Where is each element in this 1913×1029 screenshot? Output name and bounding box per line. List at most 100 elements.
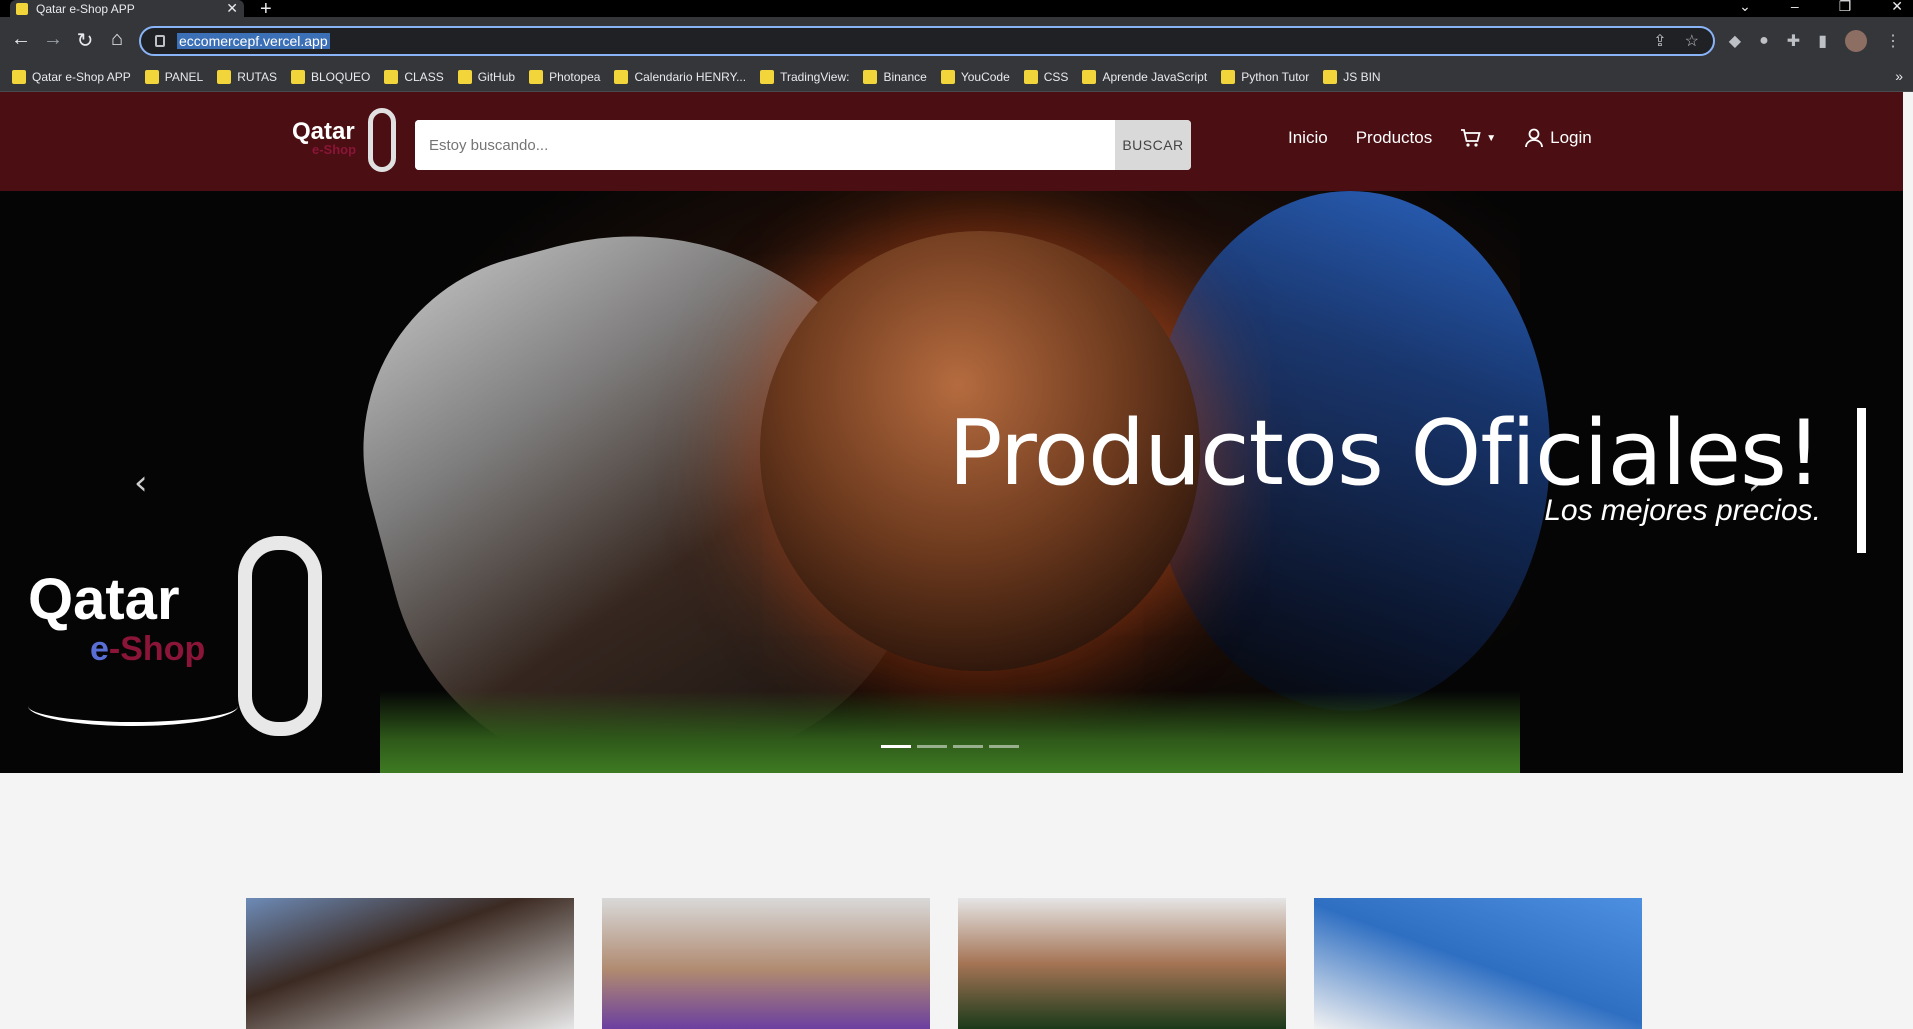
carousel-prev-icon[interactable]: ‹ <box>134 463 148 503</box>
bookmark-label: Photopea <box>549 69 601 84</box>
bookmark-item[interactable]: Photopea <box>529 69 601 84</box>
bookmark-label: Aprende JavaScript <box>1102 69 1208 84</box>
url-text[interactable]: eccomercepf.vercel.app <box>177 33 330 49</box>
home-icon[interactable]: ⌂ <box>104 28 130 51</box>
hero-logo: Qatar e-Shop <box>28 536 338 736</box>
reload-icon[interactable]: ↻ <box>72 28 98 53</box>
tab-title: Qatar e-Shop APP <box>36 1 135 16</box>
worldcup-emblem-icon <box>368 108 396 172</box>
close-tab-icon[interactable]: ✕ <box>226 0 238 17</box>
restore-icon[interactable]: ❐ <box>1839 0 1852 15</box>
back-icon[interactable]: ← <box>8 28 34 51</box>
bookmark-label: JS BIN <box>1343 69 1381 84</box>
bookmark-favicon-icon <box>614 69 629 84</box>
bookmark-item[interactable]: Calendario HENRY... <box>614 69 747 84</box>
bookmark-favicon-icon <box>1221 69 1236 84</box>
user-icon <box>1525 128 1544 148</box>
search-button[interactable]: BUSCAR <box>1115 120 1191 170</box>
hero-grass-image <box>380 691 1520 773</box>
bookmark-item[interactable]: TradingView: <box>760 69 850 84</box>
bookmarks-overflow-icon[interactable]: » <box>1895 68 1903 84</box>
profile-avatar[interactable] <box>1845 30 1867 52</box>
bookmark-favicon-icon <box>457 69 472 84</box>
site-favicon-icon <box>16 2 28 15</box>
bookmark-star-icon[interactable]: ☆ <box>1685 31 1699 51</box>
bookmark-label: CLASS <box>404 69 444 84</box>
bookmark-label: Python Tutor <box>1241 69 1310 84</box>
carousel-indicator[interactable] <box>881 745 911 748</box>
extension-icon[interactable]: ● <box>1759 32 1769 50</box>
bookmark-item[interactable]: GitHub <box>457 69 516 84</box>
hero-logo-subtitle: e-Shop <box>90 630 206 668</box>
address-bar[interactable]: eccomercepf.vercel.app ⇪ ☆ <box>139 26 1715 56</box>
bookmark-label: RUTAS <box>237 69 277 84</box>
bookmark-label: Calendario HENRY... <box>634 69 747 84</box>
tab-search-icon[interactable]: ⌄ <box>1739 0 1751 15</box>
nav-products[interactable]: Productos <box>1356 128 1433 148</box>
main-nav: Inicio Productos ▼ Login <box>1288 128 1592 148</box>
bookmark-item[interactable]: PANEL <box>144 69 204 84</box>
hero-divider <box>1857 408 1866 553</box>
carousel-indicators <box>881 745 1019 748</box>
swoosh-icon <box>28 686 238 726</box>
hero-logo-title: Qatar <box>28 567 180 632</box>
close-window-icon[interactable]: ✕ <box>1891 0 1903 15</box>
logo-subtitle: e-Shop <box>312 142 357 157</box>
hero-title: Productos Oficiales! <box>948 401 1822 506</box>
search-input[interactable] <box>415 120 1115 170</box>
share-icon[interactable]: ⇪ <box>1653 31 1666 51</box>
forward-icon[interactable]: → <box>40 28 66 51</box>
bookmark-item[interactable]: RUTAS <box>217 69 277 84</box>
bookmark-favicon-icon <box>760 69 775 84</box>
bookmark-item[interactable]: CLASS <box>384 69 444 84</box>
hero-subtitle: Los mejores precios. <box>1544 494 1821 527</box>
product-card[interactable] <box>602 898 930 1029</box>
browser-tab[interactable]: Qatar e-Shop APP ✕ <box>10 0 244 17</box>
product-card[interactable] <box>1314 898 1642 1029</box>
bookmark-label: Qatar e-Shop APP <box>32 69 131 84</box>
bookmark-item[interactable]: Python Tutor <box>1221 69 1310 84</box>
player-photo-germany <box>246 898 574 1029</box>
carousel-indicator[interactable] <box>989 745 1019 748</box>
window-controls: ⌄ – ❐ ✕ <box>1739 0 1903 15</box>
bookmark-item[interactable]: BLOQUEO <box>290 69 371 84</box>
browser-toolbar: ← → ↻ ⌂ eccomercepf.vercel.app ⇪ ☆ ◆ ● ✚… <box>0 17 1913 68</box>
carousel-indicator[interactable] <box>953 745 983 748</box>
cart-dropdown[interactable]: ▼ <box>1460 128 1496 148</box>
bookmark-label: BLOQUEO <box>310 69 371 84</box>
bookmark-item[interactable]: Qatar e-Shop APP <box>12 69 131 84</box>
carousel-next-icon[interactable]: › <box>1748 463 1762 503</box>
chevron-down-icon: ▼ <box>1486 132 1497 144</box>
bookmark-item[interactable]: YouCode <box>940 69 1010 84</box>
product-card[interactable] <box>958 898 1286 1029</box>
nav-home[interactable]: Inicio <box>1288 128 1328 148</box>
bookmark-favicon-icon <box>12 69 26 84</box>
side-panel-icon[interactable]: ▮ <box>1818 31 1827 51</box>
bookmark-item[interactable]: JS BIN <box>1323 69 1381 84</box>
puzzle-icon[interactable]: ✚ <box>1787 31 1800 51</box>
player-photo-ball <box>1314 898 1642 1029</box>
worldcup-emblem-icon <box>238 536 322 736</box>
menu-icon[interactable]: ⋮ <box>1885 31 1901 51</box>
login-link[interactable]: Login <box>1524 128 1592 148</box>
extension-icon[interactable]: ◆ <box>1729 31 1741 51</box>
player-photo-messi <box>602 898 930 1029</box>
carousel-indicator[interactable] <box>917 745 947 748</box>
bookmark-favicon-icon <box>144 69 159 84</box>
bookmark-item[interactable]: Aprende JavaScript <box>1082 69 1208 84</box>
player-photo-neymar <box>958 898 1286 1029</box>
site-logo[interactable]: Qatar e-Shop <box>290 104 400 178</box>
lock-icon[interactable] <box>155 35 165 47</box>
bookmark-item[interactable]: Binance <box>863 69 927 84</box>
bookmark-favicon-icon <box>290 69 305 84</box>
bookmark-favicon-icon <box>1082 69 1097 84</box>
login-label: Login <box>1550 128 1592 147</box>
bookmark-label: PANEL <box>164 69 204 84</box>
bookmarks-bar: Qatar e-Shop APP PANEL RUTAS BLOQUEO CLASS Gi… <box>0 62 1913 92</box>
bookmark-label: GitHub <box>477 69 516 84</box>
bookmark-item[interactable]: CSS <box>1023 69 1068 84</box>
minimize-icon[interactable]: – <box>1791 0 1799 15</box>
bookmark-favicon-icon <box>940 69 955 84</box>
bookmark-label: TradingView: <box>780 69 850 84</box>
product-card[interactable] <box>246 898 574 1029</box>
